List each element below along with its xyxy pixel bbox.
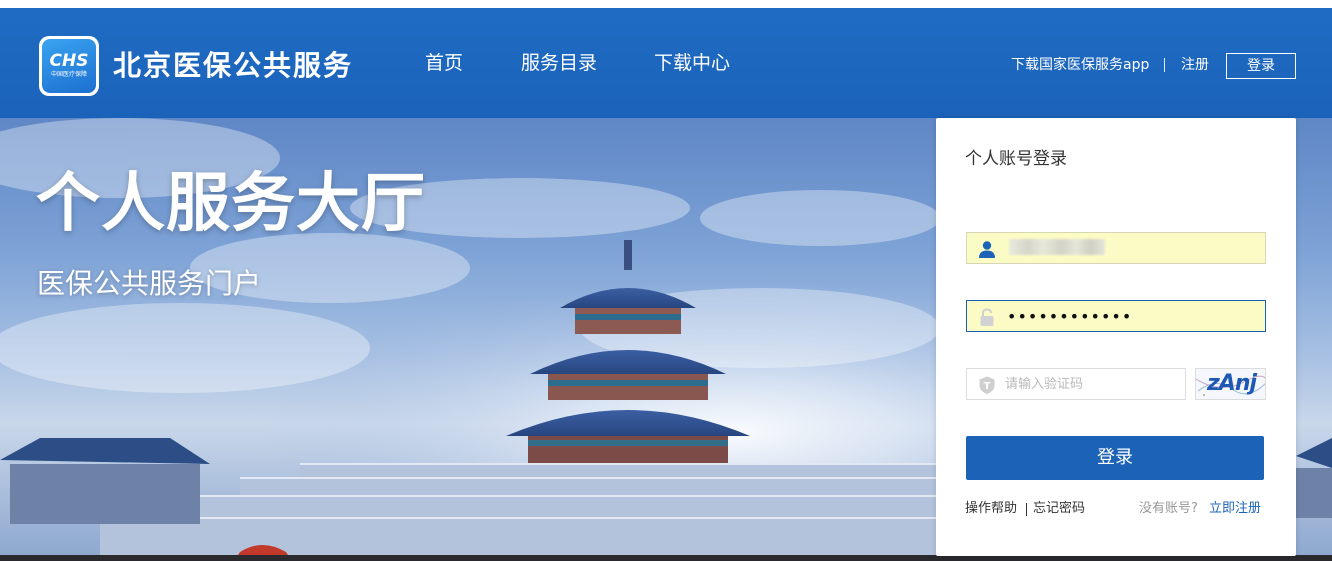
captcha-text: zAnj [1207,371,1257,396]
register-link[interactable]: 注册 [1181,53,1209,77]
user-icon [979,241,995,258]
captcha-field[interactable]: T [966,368,1186,400]
nav-home[interactable]: 首页 [425,50,463,76]
logo-badge: CHS 中国医疗保障 [42,39,96,93]
top-strip [0,0,1332,8]
username-input[interactable] [1007,233,1262,263]
login-panel: 个人账号登录 T zAnj 登录 操作帮助 [936,118,1296,556]
download-app-link[interactable]: 下载国家医保服务app [1011,53,1149,77]
hero-title: 个人服务大厅 [36,167,426,241]
login-panel-title: 个人账号登录 [965,149,1067,169]
signup-link[interactable]: 立即注册 [1209,499,1261,519]
login-panel-footer: 操作帮助 忘记密码 没有账号? 立即注册 [965,499,1266,519]
hero-subtitle: 医保公共服务门户 [37,267,262,300]
password-field[interactable] [966,300,1266,332]
help-link[interactable]: 操作帮助 [965,499,1017,519]
site-header: CHS 中国医疗保障 北京医保公共服务 首页 服务目录 下载中心 下载国家医保服… [0,8,1332,118]
login-submit-button[interactable]: 登录 [966,436,1264,480]
brand-title[interactable]: 北京医保公共服务 [113,48,353,84]
password-input[interactable] [1007,301,1262,331]
lock-icon [980,308,994,326]
header-login-button[interactable]: 登录 [1226,53,1296,79]
no-account-text: 没有账号? [1139,501,1198,516]
nav-service-catalog[interactable]: 服务目录 [521,50,597,76]
username-field[interactable] [966,232,1266,264]
logo-text: CHS [49,51,89,71]
captcha-input[interactable] [1005,369,1181,399]
logo-subtext: 中国医疗保障 [50,71,87,78]
footer-divider [1026,503,1027,516]
captcha-image[interactable]: zAnj [1195,368,1266,400]
header-divider [1164,58,1165,72]
nav-download-center[interactable]: 下载中心 [654,50,730,76]
shield-icon: T [979,376,995,394]
chs-logo[interactable]: CHS 中国医疗保障 [39,36,99,96]
forgot-password-link[interactable]: 忘记密码 [1033,499,1085,519]
svg-text:T: T [984,381,991,392]
